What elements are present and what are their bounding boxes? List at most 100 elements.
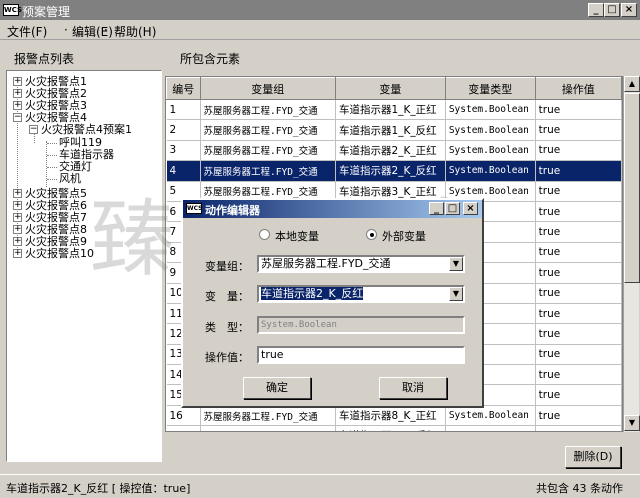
grid-vscrollbar[interactable]: ▲ ▼ xyxy=(623,76,640,432)
expand-icon[interactable]: + xyxy=(13,189,22,198)
dialog-close-button[interactable]: × xyxy=(463,202,478,215)
cell-value: true xyxy=(535,344,622,366)
cell-value: true xyxy=(535,364,622,386)
cell-index: 1 xyxy=(166,99,201,121)
cell-value: true xyxy=(535,303,622,325)
expand-icon[interactable]: + xyxy=(13,213,22,222)
cancel-button[interactable]: 取消 xyxy=(379,377,447,399)
scroll-down-icon[interactable]: ▼ xyxy=(624,415,640,431)
radio-external-label: 外部变量 xyxy=(382,230,426,243)
type-field: System.Boolean xyxy=(257,316,465,334)
cell-index: 2 xyxy=(166,119,201,141)
cell-type: System.Boolean xyxy=(445,140,536,162)
col-header-variable[interactable]: 变量 xyxy=(335,77,446,100)
status-count: 共包含 43 条动作 xyxy=(536,482,623,495)
tree-item[interactable]: 火灾报警点4预案1 xyxy=(41,124,132,136)
close-button[interactable]: × xyxy=(621,3,637,17)
group-label: 变量组： xyxy=(205,260,249,273)
collapse-icon[interactable]: − xyxy=(29,125,38,134)
cell-index: 4 xyxy=(166,160,201,182)
cell-value: true xyxy=(535,99,622,121)
expand-icon[interactable]: + xyxy=(13,225,22,234)
col-header-index[interactable]: 编号 xyxy=(166,77,201,100)
variable-select-value: 车道指示器2_K_反红 xyxy=(261,287,364,300)
expand-icon[interactable]: + xyxy=(13,89,22,98)
menu-file[interactable]: 文件(F) xyxy=(7,23,47,40)
expand-icon[interactable]: + xyxy=(13,101,22,110)
dialog-maximize-button[interactable]: □ xyxy=(445,202,460,215)
chevron-down-icon[interactable]: ▼ xyxy=(449,257,463,271)
cell-variable: 车道指示器2_K_反红 xyxy=(335,160,446,182)
scroll-up-icon[interactable]: ▲ xyxy=(624,76,640,92)
cell-group: 苏屋服务器工程.FYD_交通 xyxy=(200,405,337,427)
dialog-titlebar: WCS 动作编辑器 _ □ × xyxy=(183,200,482,218)
dialog-title: 动作编辑器 xyxy=(205,204,260,217)
scroll-thumb[interactable] xyxy=(624,93,640,283)
cell-variable: 车道指示器2_K_正红 xyxy=(335,140,446,162)
cell-value: true xyxy=(535,181,622,202)
cell-value: true xyxy=(535,119,622,141)
menu-help[interactable]: 帮助(H) xyxy=(114,23,156,40)
cell-value: true xyxy=(535,323,622,345)
table-row[interactable]: 1 苏屋服务器工程.FYD_交通 车道指示器1_K_正红 System.Boolean… xyxy=(166,99,622,121)
status-selection: 车道指示器2_K_反红 [ 操控值：true] xyxy=(6,482,191,495)
expand-icon[interactable]: + xyxy=(13,201,22,210)
variable-select[interactable]: 车道指示器2_K_反红 ▼ xyxy=(257,285,465,303)
cell-type: System.Boolean xyxy=(445,99,536,121)
radio-local-label: 本地变量 xyxy=(275,230,319,243)
table-row[interactable]: 17苏屋服务器工程.FYD_交通车道指示器8_K_反红 xyxy=(166,425,622,431)
app-icon: WCS xyxy=(3,4,23,16)
minimize-button[interactable]: _ xyxy=(588,3,604,17)
cell-type: System.Boolean xyxy=(445,405,536,427)
cell-type xyxy=(445,425,536,431)
maximize-button[interactable]: □ xyxy=(604,3,620,17)
radio-local-variable[interactable] xyxy=(259,229,270,240)
tree-item[interactable]: 火灾报警点10 xyxy=(25,248,94,260)
cell-type: System.Boolean xyxy=(445,119,536,141)
cell-value: true xyxy=(535,140,622,162)
alarm-list-label: 报警点列表 xyxy=(14,52,75,66)
op-value-label: 操作值： xyxy=(205,351,249,364)
table-row[interactable]: 3 苏屋服务器工程.FYD_交通 车道指示器2_K_正红 System.Boolean… xyxy=(166,140,622,162)
expand-icon[interactable]: + xyxy=(13,237,22,246)
menu-sep-icon: · xyxy=(104,23,108,37)
radio-external-variable[interactable] xyxy=(366,229,377,240)
ok-button[interactable]: 确定 xyxy=(243,377,311,399)
table-row[interactable]: 2 苏屋服务器工程.FYD_交通 车道指示器1_K_反红 System.Boolean… xyxy=(166,119,622,141)
delete-button[interactable]: 删除(D) xyxy=(565,446,621,468)
cell-value: true xyxy=(535,201,622,223)
expand-icon[interactable]: + xyxy=(13,249,22,258)
col-header-group[interactable]: 变量组 xyxy=(199,77,337,100)
cell-value: true xyxy=(535,242,622,264)
cell-value: true xyxy=(535,405,622,427)
cell-group: 苏屋服务器工程.FYD_交通 xyxy=(200,99,337,121)
collapse-icon[interactable]: − xyxy=(13,113,22,122)
col-header-value[interactable]: 操作值 xyxy=(534,77,622,100)
statusbar: 车道指示器2_K_反红 [ 操控值：true] 共包含 43 条动作 xyxy=(0,474,640,498)
cell-variable: 车道指示器8_K_反红 xyxy=(335,425,446,431)
cell-group: 苏屋服务器工程.FYD_交通 xyxy=(200,160,337,182)
op-value-input[interactable]: true xyxy=(257,346,465,364)
cell-index: 16 xyxy=(166,405,201,427)
group-select-value: 苏屋服务器工程.FYD_交通 xyxy=(261,257,391,270)
table-row[interactable]: 4 苏屋服务器工程.FYD_交通 车道指示器2_K_反红 System.Boolean… xyxy=(166,160,622,182)
cell-value: true xyxy=(535,384,622,406)
dialog-minimize-button[interactable]: _ xyxy=(429,202,444,215)
cell-value xyxy=(535,425,622,431)
group-select[interactable]: 苏屋服务器工程.FYD_交通 ▼ xyxy=(257,255,465,273)
chevron-down-icon[interactable]: ▼ xyxy=(449,287,463,301)
variable-label: 变 量： xyxy=(205,290,249,303)
cell-value: true xyxy=(535,283,622,304)
cell-value: true xyxy=(535,221,622,243)
tree-item[interactable]: 风机 xyxy=(59,173,81,185)
expand-icon[interactable]: + xyxy=(13,77,22,86)
cell-group: 苏屋服务器工程.FYD_交通 xyxy=(200,425,337,431)
table-row[interactable]: 16 苏屋服务器工程.FYD_交通 车道指示器8_K_正红 System.Boolea… xyxy=(166,405,622,427)
menu-sep-icon: · xyxy=(64,23,68,37)
col-header-type[interactable]: 变量类型 xyxy=(444,77,536,100)
cell-variable: 车道指示器8_K_正红 xyxy=(335,405,446,427)
dialog-app-icon: WCS xyxy=(186,203,203,214)
alarm-tree[interactable]: + 火灾报警点1 + 火灾报警点2 + 火灾报警点3 − 火灾报警点4 − 火灾… xyxy=(6,70,162,462)
action-editor-dialog: WCS 动作编辑器 _ □ × 本地变量 外部变量 变量组： 苏屋服务器工程.F… xyxy=(181,198,484,408)
cell-index: 17 xyxy=(166,425,201,431)
